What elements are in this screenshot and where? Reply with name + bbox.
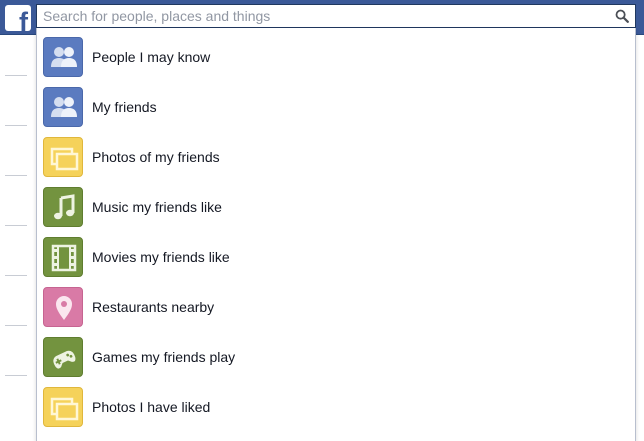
suggestion-restaurants-nearby[interactable]: Restaurants nearby <box>37 282 635 332</box>
suggestion-label: Restaurants nearby <box>92 299 215 315</box>
suggestion-label: Music my friends like <box>92 199 222 215</box>
suggestion-label: People I may know <box>92 49 211 65</box>
divider <box>5 75 27 76</box>
suggestion-label: Movies my friends like <box>92 249 230 265</box>
search-icon[interactable] <box>615 9 629 23</box>
map-pin-icon <box>43 287 83 327</box>
search-box[interactable] <box>36 4 636 28</box>
gamepad-icon <box>43 337 83 377</box>
divider <box>5 375 27 376</box>
facebook-logo[interactable]: f <box>5 5 31 31</box>
people-icon <box>43 87 83 127</box>
suggestion-label: Games my friends play <box>92 349 236 365</box>
suggestion-photos-i-have-liked[interactable]: Photos I have liked <box>37 382 635 432</box>
divider <box>5 275 27 276</box>
search-input[interactable] <box>37 5 613 27</box>
people-icon <box>43 37 83 77</box>
divider <box>5 225 27 226</box>
suggestion-label: Photos I have liked <box>92 399 211 415</box>
divider <box>5 325 27 326</box>
suggestion-label: My friends <box>92 99 157 115</box>
divider <box>5 125 27 126</box>
logo-letter: f <box>19 7 28 32</box>
suggestion-games-my-friends-play[interactable]: Games my friends play <box>37 332 635 382</box>
suggestion-people-i-may-know[interactable]: People I may know <box>37 32 635 82</box>
suggestion-label: Photos of my friends <box>92 149 220 165</box>
film-icon <box>43 237 83 277</box>
music-note-icon <box>43 187 83 227</box>
suggestion-my-friends[interactable]: My friends <box>37 82 635 132</box>
photos-icon <box>43 137 83 177</box>
search-suggestions-dropdown: People I may know My friends Photos of m… <box>36 28 636 441</box>
photos-icon <box>43 387 83 427</box>
suggestion-movies-my-friends-like[interactable]: Movies my friends like <box>37 232 635 282</box>
suggestion-photos-of-my-friends[interactable]: Photos of my friends <box>37 132 635 182</box>
suggestion-music-my-friends-like[interactable]: Music my friends like <box>37 182 635 232</box>
divider <box>5 175 27 176</box>
